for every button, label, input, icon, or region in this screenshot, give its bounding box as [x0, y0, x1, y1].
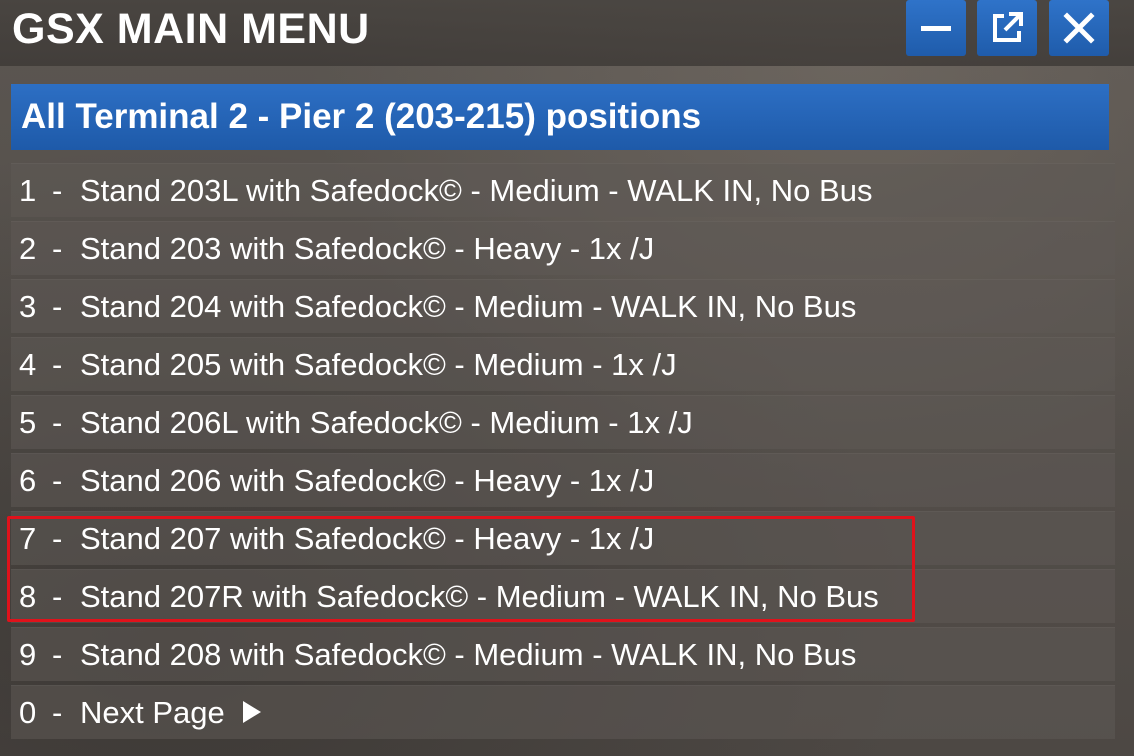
menu-item-key: 3 [19, 289, 37, 324]
menu-item-label: Next Page [80, 695, 225, 730]
menu-header: All Terminal 2 - Pier 2 (203-215) positi… [11, 84, 1109, 150]
menu-item-7[interactable]: 7 - Stand 207 with Safedock© - Heavy - 1… [11, 511, 1115, 565]
menu-item-key: 0 [19, 695, 37, 730]
close-icon [1063, 12, 1095, 44]
menu-item-separator: - [52, 637, 63, 672]
menu-list: 1 - Stand 203L with Safedock© - Medium -… [11, 163, 1115, 743]
play-arrow-icon [243, 701, 261, 723]
menu-item-separator: - [52, 347, 63, 382]
menu-item-next-page[interactable]: 0 - Next Page [11, 685, 1115, 739]
popout-button[interactable] [977, 0, 1037, 56]
minimize-icon [921, 26, 951, 31]
title-bar: GSX MAIN MENU [0, 0, 1134, 66]
menu-item-label: Stand 207 with Safedock© - Heavy - 1x /J [80, 521, 655, 556]
close-button[interactable] [1049, 0, 1109, 56]
menu-item-key: 6 [19, 463, 37, 498]
menu-item-label: Stand 206 with Safedock© - Heavy - 1x /J [80, 463, 655, 498]
menu-item-label: Stand 208 with Safedock© - Medium - WALK… [80, 637, 857, 672]
menu-item-9[interactable]: 9 - Stand 208 with Safedock© - Medium - … [11, 627, 1115, 681]
menu-item-5[interactable]: 5 - Stand 206L with Safedock© - Medium -… [11, 395, 1115, 449]
menu-item-label: Stand 207R with Safedock© - Medium - WAL… [80, 579, 879, 614]
menu-item-key: 2 [19, 231, 37, 266]
menu-item-separator: - [52, 463, 63, 498]
menu-item-separator: - [52, 579, 63, 614]
menu-item-separator: - [52, 695, 63, 730]
menu-item-3[interactable]: 3 - Stand 204 with Safedock© - Medium - … [11, 279, 1115, 333]
menu-item-label: Stand 204 with Safedock© - Medium - WALK… [80, 289, 857, 324]
menu-item-label: Stand 206L with Safedock© - Medium - 1x … [80, 405, 693, 440]
menu-item-1[interactable]: 1 - Stand 203L with Safedock© - Medium -… [11, 163, 1115, 217]
minimize-button[interactable] [906, 0, 966, 56]
menu-item-4[interactable]: 4 - Stand 205 with Safedock© - Medium - … [11, 337, 1115, 391]
menu-item-key: 1 [19, 173, 37, 208]
menu-item-label: Stand 205 with Safedock© - Medium - 1x /… [80, 347, 677, 382]
menu-item-2[interactable]: 2 - Stand 203 with Safedock© - Heavy - 1… [11, 221, 1115, 275]
popout-icon [993, 12, 1023, 42]
menu-item-separator: - [52, 521, 63, 556]
menu-item-8[interactable]: 8 - Stand 207R with Safedock© - Medium -… [11, 569, 1115, 623]
menu-item-separator: - [52, 405, 63, 440]
menu-item-label: Stand 203L with Safedock© - Medium - WAL… [80, 173, 873, 208]
menu-header-title: All Terminal 2 - Pier 2 (203-215) positi… [21, 97, 702, 136]
menu-item-key: 7 [19, 521, 37, 556]
gsx-window: GSX MAIN MENU All Terminal 2 - Pier 2 (2… [0, 0, 1134, 756]
menu-item-separator: - [52, 173, 63, 208]
menu-item-separator: - [52, 231, 63, 266]
menu-item-6[interactable]: 6 - Stand 206 with Safedock© - Heavy - 1… [11, 453, 1115, 507]
menu-item-separator: - [52, 289, 63, 324]
menu-item-key: 8 [19, 579, 37, 614]
window-title: GSX MAIN MENU [12, 5, 370, 53]
menu-item-key: 9 [19, 637, 37, 672]
menu-item-key: 4 [19, 347, 37, 382]
menu-item-label: Stand 203 with Safedock© - Heavy - 1x /J [80, 231, 655, 266]
menu-item-key: 5 [19, 405, 37, 440]
